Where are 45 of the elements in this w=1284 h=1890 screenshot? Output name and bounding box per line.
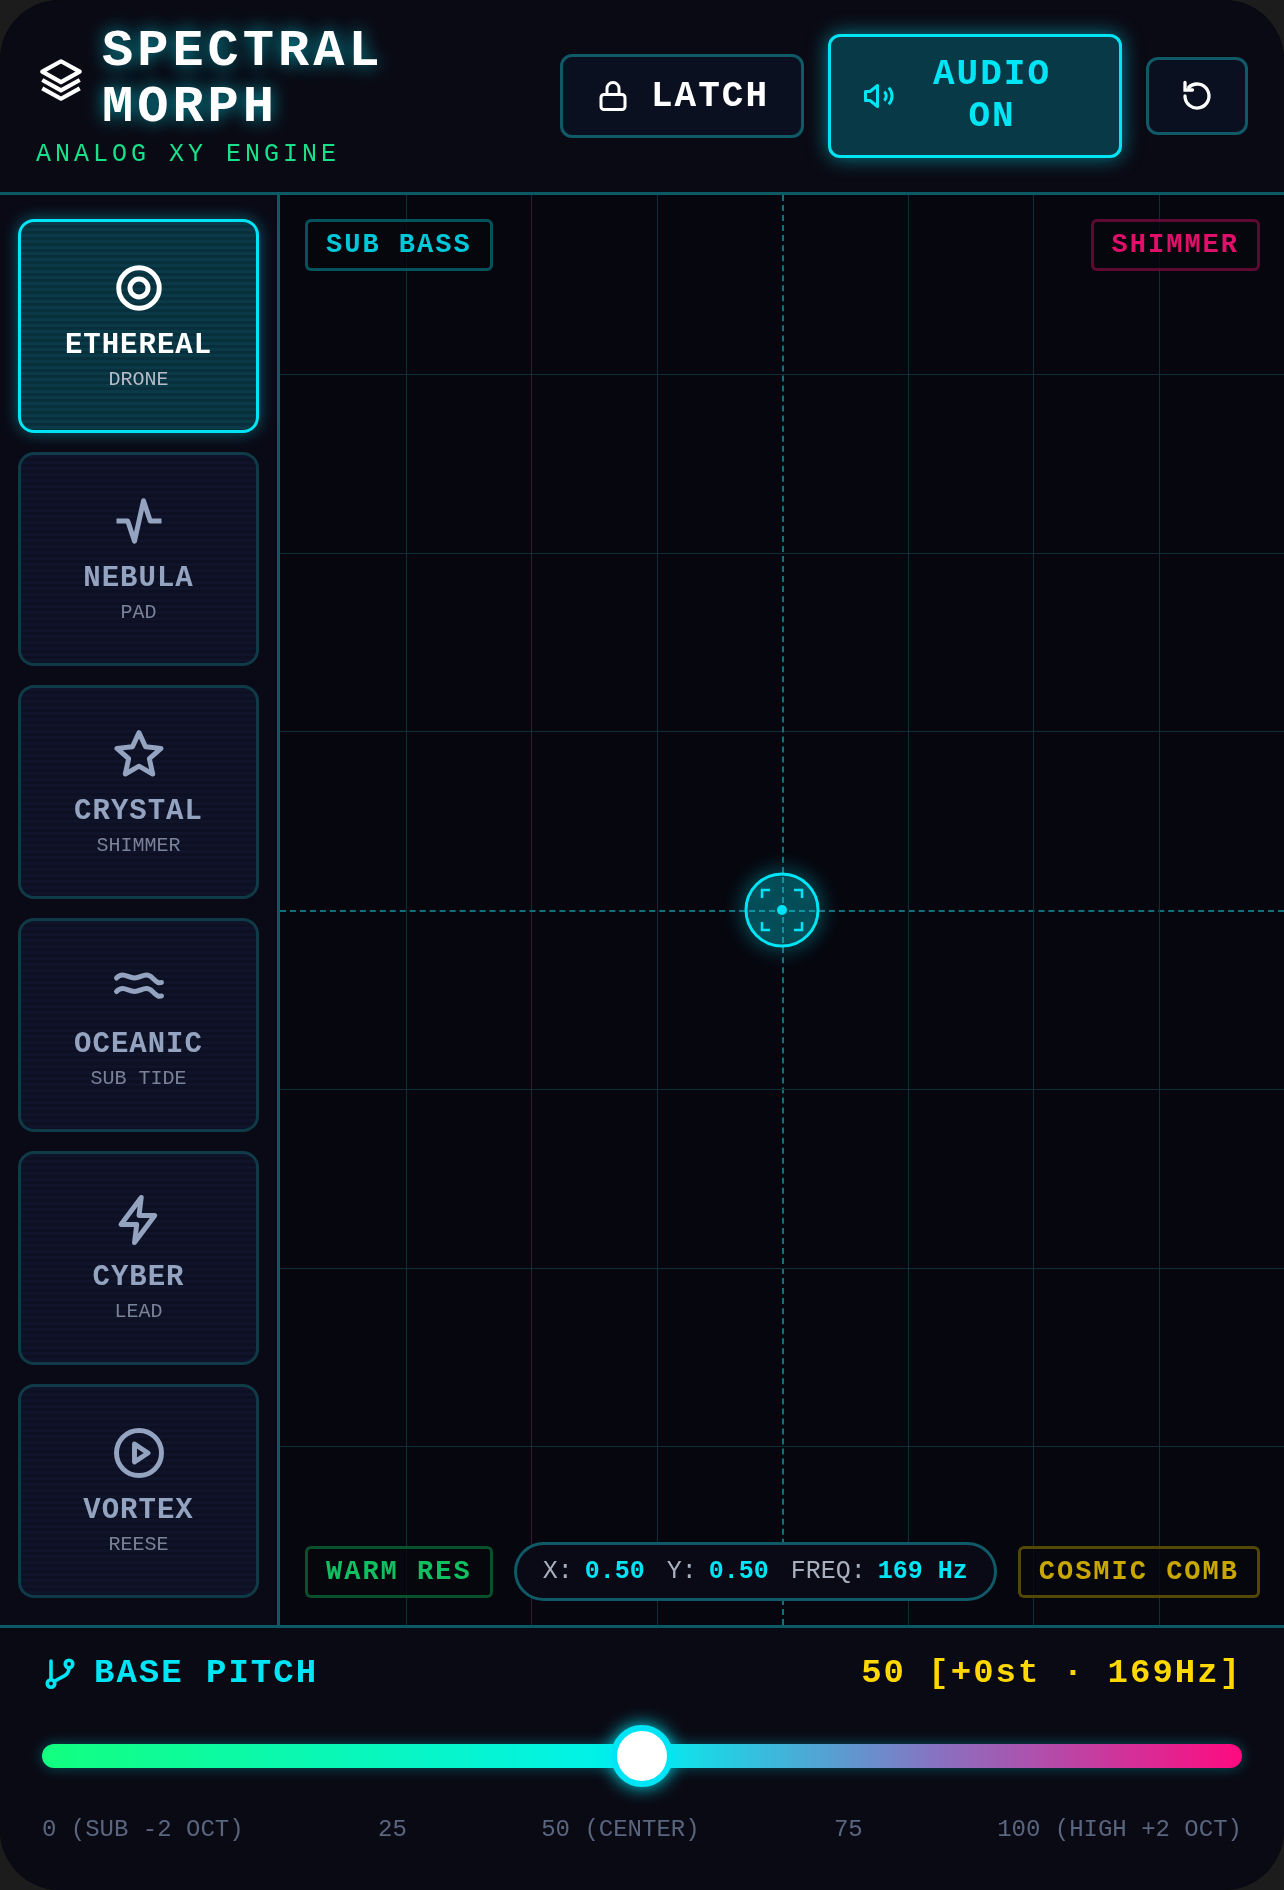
preset-card[interactable]: OCEANIC SUB TIDE [18, 918, 259, 1132]
preset-card[interactable]: CRYSTAL SHIMMER [18, 685, 259, 899]
corner-label: WARM RES [305, 1545, 493, 1598]
preset-card[interactable]: ETHEREAL DRONE [18, 219, 259, 433]
x-label: X: [542, 1557, 573, 1586]
corner-label: SHIMMER [1090, 219, 1260, 271]
preset-name: VORTEX [83, 1494, 194, 1527]
preset-name: NEBULA [83, 562, 194, 595]
preset-card[interactable]: VORTEX REESE [18, 1384, 259, 1598]
preset-name: ETHEREAL [64, 329, 213, 362]
corner-label: SUB BASS [305, 219, 493, 271]
app-title: SPECTRAL MORPH [102, 23, 385, 136]
preset-type: PAD [120, 601, 157, 624]
play-icon [111, 1426, 166, 1480]
crosshair-puck[interactable] [742, 870, 822, 950]
preset-name: CYBER [92, 1261, 185, 1294]
preset-type: DRONE [108, 368, 169, 391]
slider-tick-label: 100 (HIGH +2 OCT) [997, 1816, 1242, 1843]
freq-label: FREQ: [790, 1557, 866, 1586]
y-label: Y: [666, 1557, 697, 1586]
pitch-slider[interactable] [42, 1725, 1242, 1787]
preset-card[interactable]: NEBULA PAD [18, 452, 259, 666]
corner-label: COSMIC COMB [1017, 1545, 1260, 1598]
slider-tick-label: 50 (CENTER) [541, 1816, 700, 1843]
reset-button[interactable] [1146, 57, 1248, 135]
xy-pad[interactable]: SUB BASS SHIMMER WARM RES X: 0.50 Y: 0.50 FREQ: 169 Hz COSMIC COMB [280, 195, 1284, 1625]
slider-thumb[interactable] [611, 1725, 673, 1787]
slider-tick-label: 0 (SUB -2 OCT) [42, 1816, 244, 1843]
freq-value: 169 Hz [877, 1557, 968, 1586]
preset-name: CRYSTAL [74, 795, 203, 828]
latch-button[interactable]: LATCH [559, 54, 804, 138]
preset-type: REESE [108, 1533, 169, 1556]
preset-type: LEAD [114, 1300, 163, 1323]
preset-card[interactable]: CYBER LEAD [18, 1151, 259, 1365]
preset-name: OCEANIC [74, 1028, 203, 1061]
pitch-value: 50 [+0st · 169Hz] [861, 1654, 1242, 1692]
slider-tick-label: 25 [378, 1816, 407, 1843]
preset-type: SUB TIDE [90, 1067, 187, 1090]
x-value: 0.50 [584, 1557, 645, 1586]
slider-tick-label: 75 [833, 1816, 863, 1843]
y-value: 0.50 [708, 1557, 769, 1586]
audio-toggle-button[interactable]: AUDIO ON [828, 34, 1122, 158]
app-subtitle: ANALOG XY ENGINE [36, 139, 342, 169]
pitch-label: BASE PITCH [94, 1654, 319, 1692]
preset-type: SHIMMER [96, 834, 181, 857]
